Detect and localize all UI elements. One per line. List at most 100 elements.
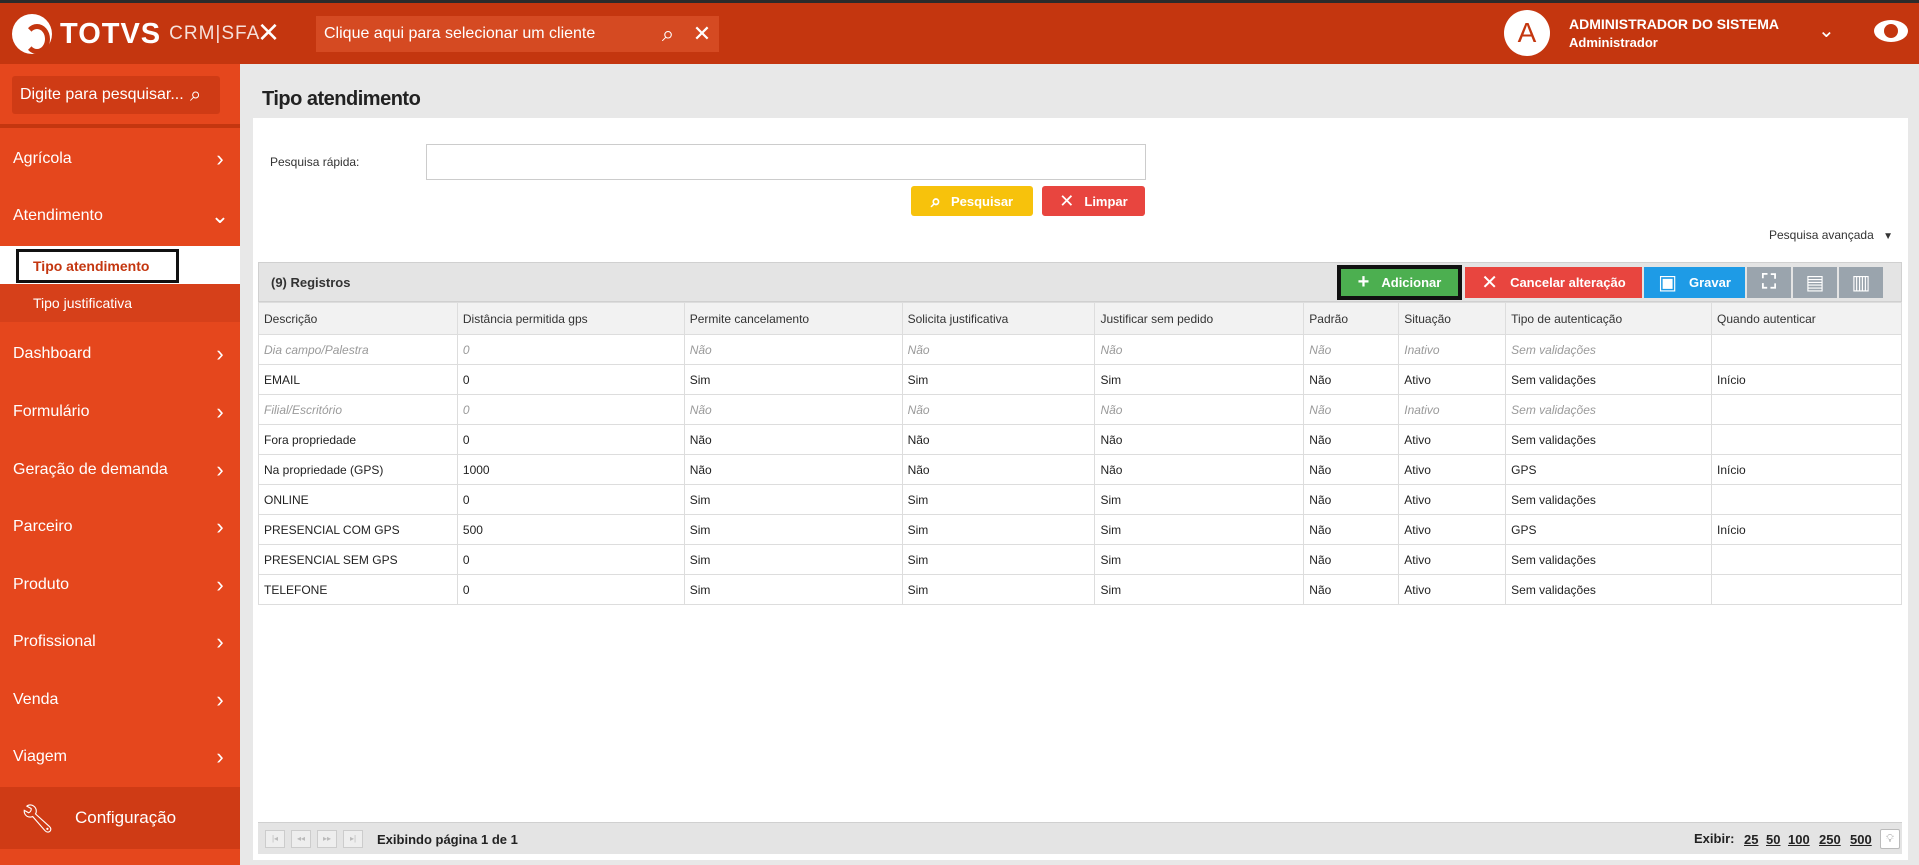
table-row[interactable]: Filial/Escritório 0 Não Não Não Não Inativo Sem… — [258, 394, 1902, 425]
add-button-label: Adicionar — [1381, 275, 1442, 290]
user-name: ADMINISTRADOR DO SISTEMA — [1569, 16, 1779, 32]
sidebar-subitem-label: Tipo atendimento — [16, 249, 179, 283]
sidebar-item-atendimento[interactable]: Atendimento ⌄ — [0, 188, 240, 244]
close-icon: ✕ — [1059, 190, 1075, 211]
avatar[interactable]: A — [1504, 10, 1550, 56]
table-row[interactable]: ONLINE 0 Sim Sim Sim Não Ativo Sem validações — [258, 484, 1902, 515]
first-page-button[interactable]: |◂ — [265, 830, 285, 848]
export-xls-button[interactable]: ▥ — [1839, 267, 1883, 298]
pagination-info: Exibindo página 1 de 1 — [377, 832, 518, 847]
table-cell: 0 — [456, 484, 685, 515]
search-icon[interactable]: ⌕ — [651, 21, 685, 47]
sidebar-item-configuracao[interactable]: 🔧︎ Configuração — [0, 787, 240, 849]
column-header[interactable]: Distância permitida gps — [456, 302, 685, 335]
table-cell: Não — [1094, 454, 1305, 485]
sidebar-item-dashboard[interactable]: Dashboard › — [0, 326, 240, 382]
csv-file-icon: ▤ — [1805, 272, 1825, 294]
table-cell: Dia campo/Palestra — [258, 334, 458, 365]
sidebar-item-parceiro[interactable]: Parceiro › — [0, 499, 240, 555]
table-cell — [1711, 544, 1902, 575]
table-cell: Sem validações — [1505, 364, 1713, 395]
sidebar-subitem-tipo-atendimento[interactable]: Tipo atendimento — [0, 246, 240, 284]
cancel-changes-button[interactable]: ✕ Cancelar alteração — [1465, 267, 1642, 298]
table-row[interactable]: Dia campo/Palestra 0 Não Não Não Não Inativo Se… — [258, 334, 1902, 365]
client-selector[interactable]: Clique aqui para selecionar um cliente ⌕… — [316, 16, 719, 52]
table-cell: Sim — [1094, 544, 1305, 575]
grid-header: (9) Registros + Adicionar ✕ Cancelar alt… — [258, 262, 1902, 302]
last-page-button[interactable]: ▸| — [343, 830, 363, 848]
search-button-label: Pesquisar — [950, 193, 1014, 209]
table-cell: Não — [1303, 364, 1400, 395]
sidebar-subitem-tipo-justificativa[interactable]: Tipo justificativa — [0, 284, 240, 322]
column-header[interactable]: Quando autenticar — [1711, 302, 1902, 335]
table-row[interactable]: Fora propriedade 0 Não Não Não Não Ativo Sem va… — [258, 424, 1902, 455]
table-row[interactable]: PRESENCIAL COM GPS 500 Sim Sim Sim Não Ativo GP… — [258, 514, 1902, 545]
sidebar-item-agricola[interactable]: Agrícola › — [0, 131, 240, 187]
sidebar-search-input[interactable]: Digite para pesquisar... ⌕ — [12, 76, 220, 114]
column-header[interactable]: Situação — [1398, 302, 1507, 335]
sidebar-item-profissional[interactable]: Profissional › — [0, 614, 240, 670]
chevron-right-icon: › — [216, 514, 224, 539]
column-header[interactable]: Permite cancelamento — [683, 302, 903, 335]
table-cell: Sim — [901, 514, 1096, 545]
close-icon: ✕ — [1481, 272, 1499, 294]
table-cell: Sim — [901, 364, 1096, 395]
sidebar-search-placeholder: Digite para pesquisar... — [20, 86, 184, 103]
table-cell: Ativo — [1398, 364, 1507, 395]
sidebar-item-geracao-de-demanda[interactable]: Geração de demanda › — [0, 442, 240, 498]
chevron-right-icon: › — [216, 744, 224, 769]
save-button[interactable]: ▣ Gravar — [1644, 267, 1745, 298]
table-cell: TELEFONE — [258, 574, 458, 605]
chevron-down-icon[interactable]: ⌄ — [1818, 18, 1835, 43]
table-cell: Não — [901, 454, 1096, 485]
page-size-option-250[interactable]: 250 — [1819, 832, 1841, 847]
search-button[interactable]: ⌕ Pesquisar — [911, 186, 1033, 216]
page-size-option-50[interactable]: 50 — [1766, 832, 1780, 847]
page-size-option-500[interactable]: 500 — [1850, 832, 1872, 847]
fullscreen-button[interactable]: ⛶ — [1747, 267, 1791, 298]
table-cell: Ativo — [1398, 544, 1507, 575]
quick-search-input[interactable] — [426, 144, 1146, 180]
table-row[interactable]: PRESENCIAL SEM GPS 0 Sim Sim Sim Não Ativo Sem … — [258, 544, 1902, 575]
page-size-option-25[interactable]: 25 — [1744, 832, 1758, 847]
eye-icon[interactable] — [1874, 20, 1908, 42]
table-row[interactable]: Na propriedade (GPS) 1000 Não Não Não Não Ativ… — [258, 454, 1902, 485]
sidebar-item-produto[interactable]: Produto › — [0, 557, 240, 613]
plus-icon: + — [1357, 271, 1370, 293]
table-row[interactable]: TELEFONE 0 Sim Sim Sim Não Ativo Sem validações — [258, 574, 1902, 605]
chevron-right-icon: › — [216, 687, 224, 712]
column-header[interactable]: Justificar sem pedido — [1094, 302, 1305, 335]
table-cell: Não — [1094, 334, 1305, 365]
table-cell: Sim — [1094, 364, 1305, 395]
sidebar-item-label: Formulário — [13, 403, 90, 420]
add-button[interactable]: + Adicionar — [1337, 265, 1462, 300]
clear-button[interactable]: ✕ Limpar — [1042, 186, 1145, 216]
table-row[interactable]: EMAIL 0 Sim Sim Sim Não Ativo Sem validações Iní… — [258, 364, 1902, 395]
advanced-search-toggle[interactable]: Pesquisa avançada ▼ — [1769, 228, 1893, 242]
export-csv-button[interactable]: ▤ — [1793, 267, 1837, 298]
prev-page-button[interactable]: ◂◂ — [291, 830, 311, 848]
page-size-option-100[interactable]: 100 — [1788, 832, 1810, 847]
table-cell: Sem validações — [1505, 424, 1713, 455]
column-header[interactable]: Solicita justificativa — [901, 302, 1096, 335]
next-page-button[interactable]: ▸▸ — [317, 830, 337, 848]
column-header[interactable]: Tipo de autenticação — [1505, 302, 1713, 335]
sidebar-item-venda[interactable]: Venda › — [0, 672, 240, 728]
caret-down-icon: ▼ — [1883, 231, 1893, 242]
table-cell: 0 — [456, 364, 685, 395]
table-cell: PRESENCIAL SEM GPS — [258, 544, 458, 575]
search-icon: ⌕ — [930, 190, 941, 211]
sidebar-item-viagem[interactable]: Viagem › — [0, 729, 240, 785]
table-header-row: Descrição Distância permitida gps Permit… — [258, 302, 1902, 335]
totvs-logo-icon — [12, 14, 52, 54]
table-cell: Na propriedade (GPS) — [258, 454, 458, 485]
lightbulb-icon[interactable]: 💡︎ — [1880, 829, 1900, 849]
close-icon[interactable]: × — [258, 14, 279, 50]
search-icon[interactable]: ⌕ — [190, 84, 220, 107]
clear-client-icon[interactable]: ✕ — [685, 21, 719, 47]
sidebar-item-formulario[interactable]: Formulário › — [0, 384, 240, 440]
column-header[interactable]: Padrão — [1303, 302, 1400, 335]
logo[interactable]: TOTVS CRM|SFA — [12, 14, 260, 54]
column-header[interactable]: Descrição — [258, 302, 458, 335]
top-stripe — [0, 0, 1919, 3]
